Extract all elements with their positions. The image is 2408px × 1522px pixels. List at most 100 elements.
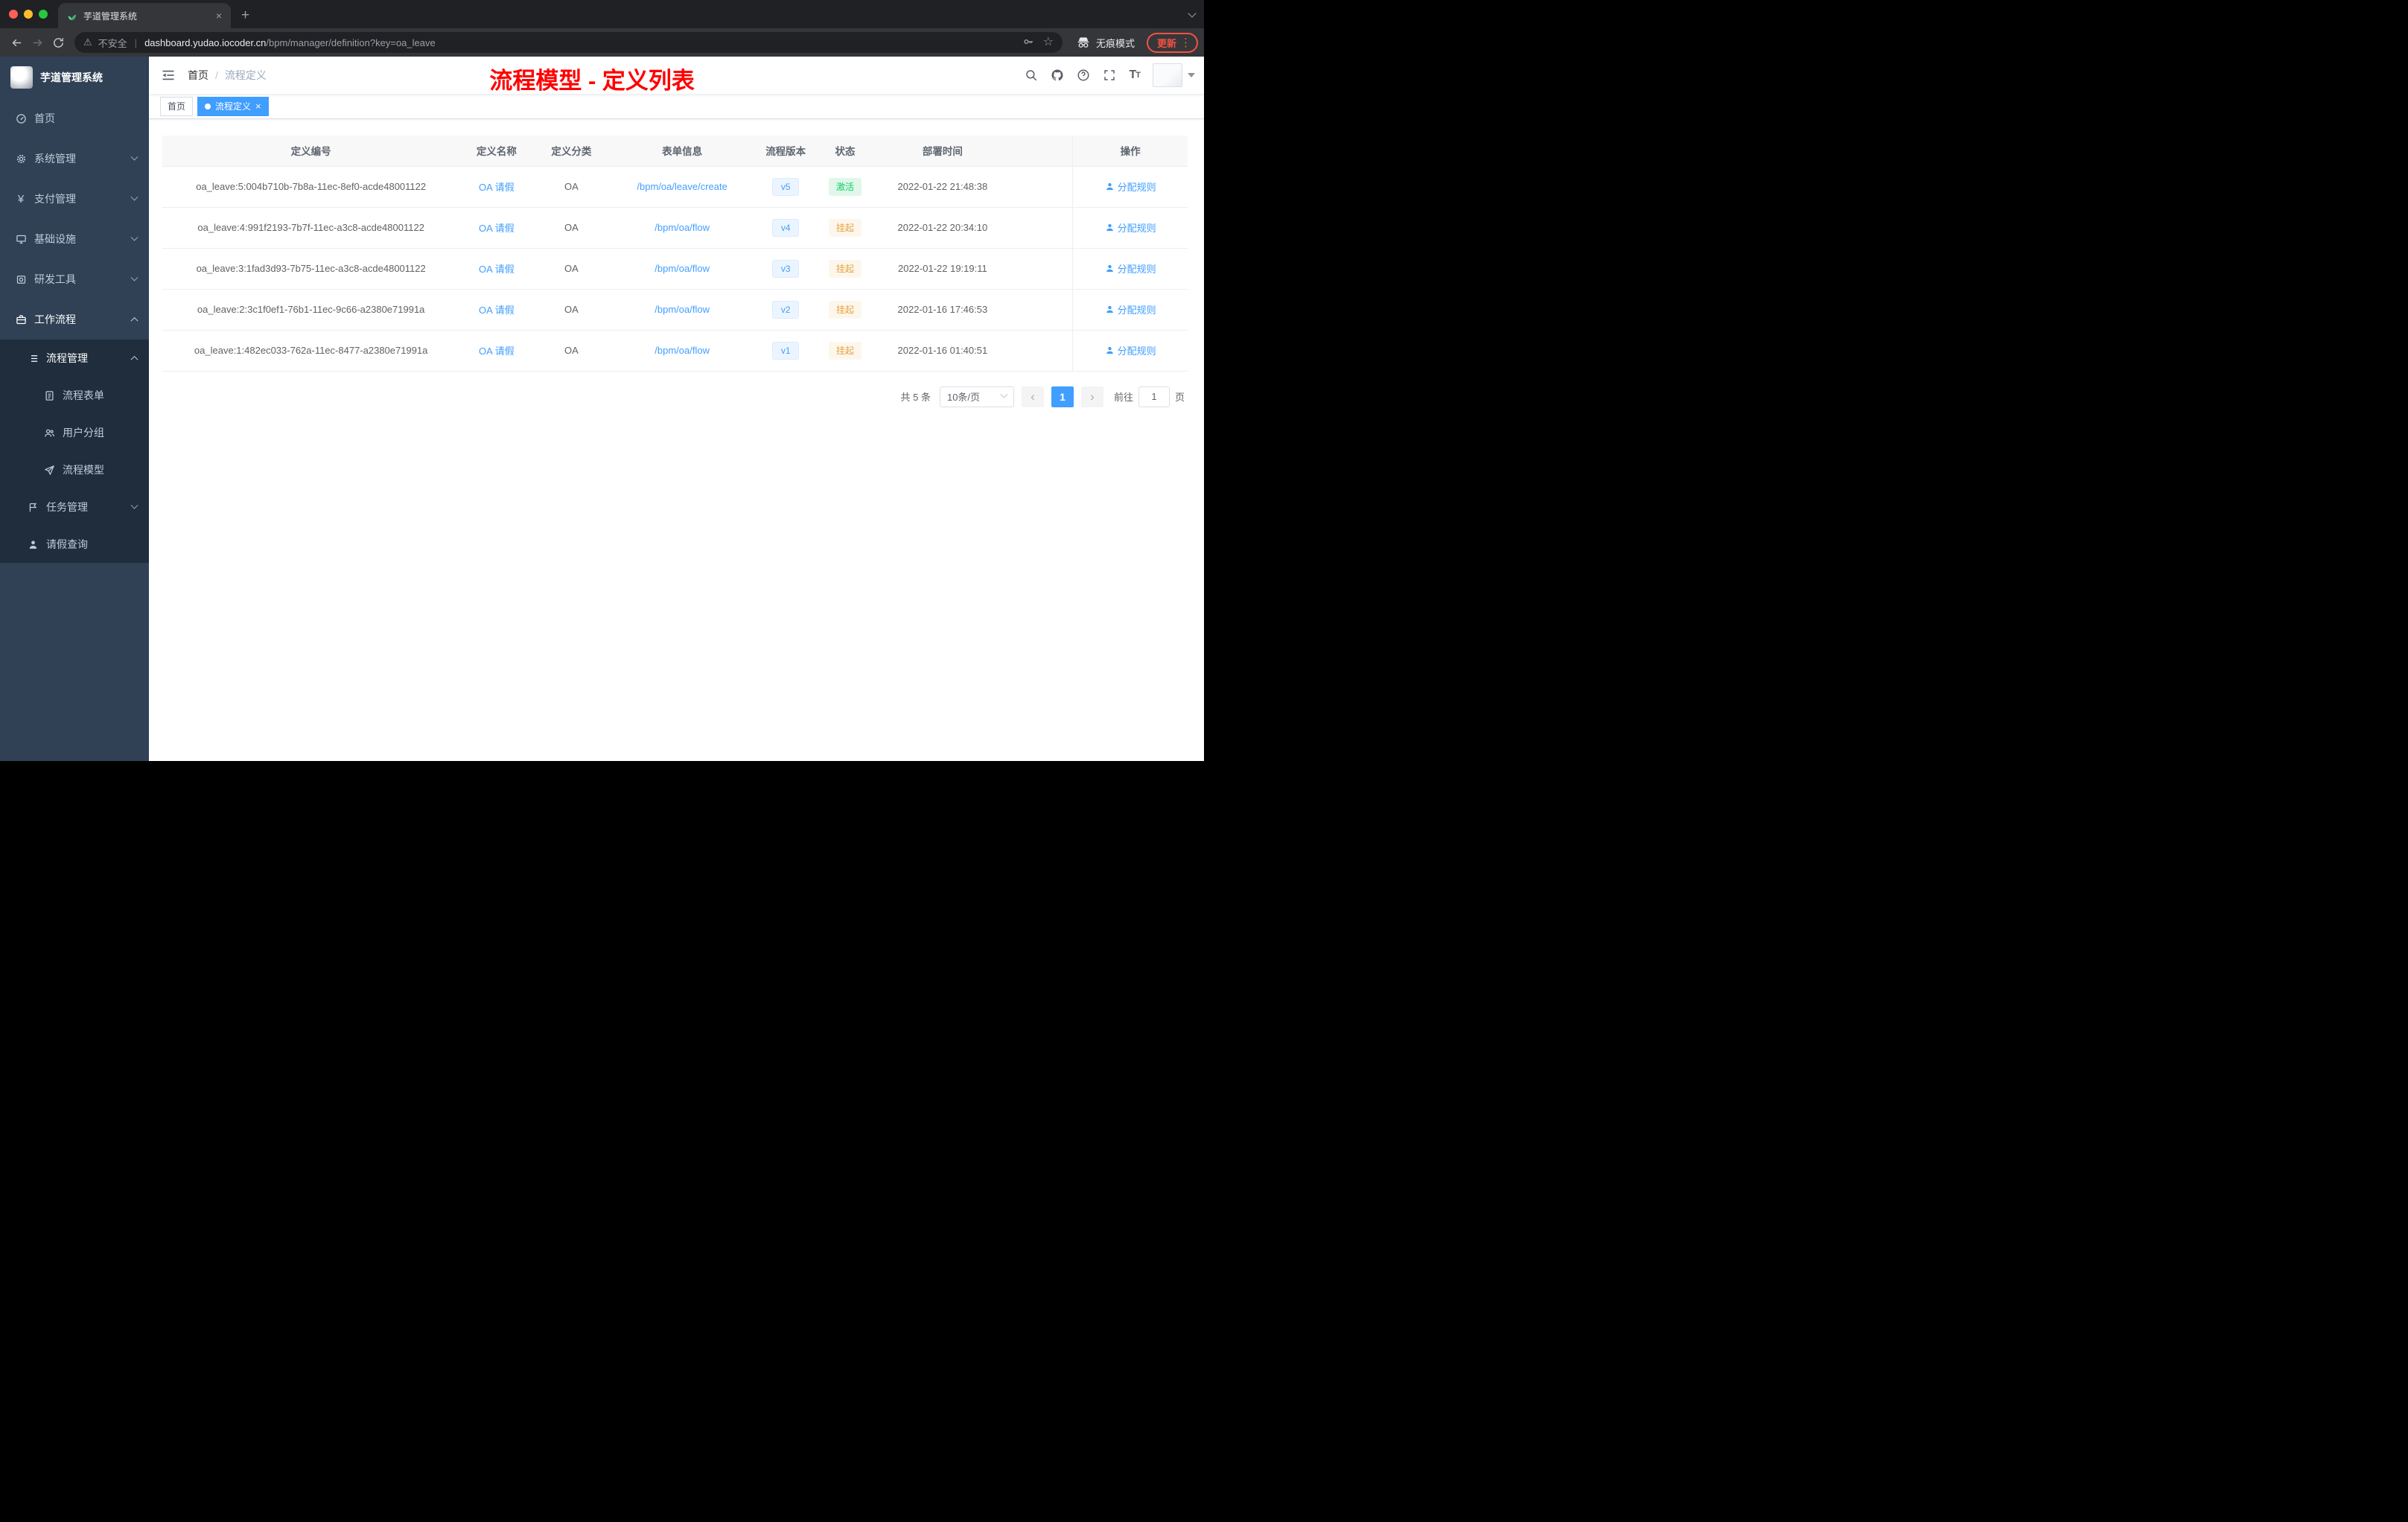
new-tab-button[interactable]: + [231,3,260,28]
chevron-up-icon [130,355,138,363]
cell-definition-id: oa_leave:2:3c1f0ef1-76b1-11ec-9c66-a2380… [162,289,460,331]
sidebar-item-label: 基础设施 [34,233,76,245]
maximize-window-button[interactable] [39,10,48,19]
browser-tab[interactable]: 芋道管理系统 × [58,3,231,28]
sidebar-item-label: 工作流程 [34,313,76,325]
definition-name-link[interactable]: OA 请假 [479,264,515,275]
sidebar-item-home[interactable]: 首页 [0,98,149,138]
user-avatar-menu[interactable] [1153,63,1195,87]
goto-page-input[interactable] [1138,386,1170,407]
avatar [1153,63,1182,87]
form-info-link[interactable]: /bpm/oa/flow [654,263,710,274]
status-badge: 挂起 [829,300,862,319]
minimize-window-button[interactable] [24,10,33,19]
definition-name-link[interactable]: OA 请假 [479,305,515,316]
status-badge: 挂起 [829,341,862,360]
tab-title: 芋道管理系统 [83,10,138,22]
sidebar-item-task-management[interactable]: 任务管理 [0,488,149,526]
cell-definition-id: oa_leave:1:482ec033-762a-11ec-8477-a2380… [162,330,460,372]
cell-category: OA [533,207,610,249]
sidebar-item-system[interactable]: 系统管理 [0,138,149,179]
cell-deploy-time: 2022-01-22 21:48:38 [873,166,1012,208]
kebab-menu-icon[interactable]: ⋮ [1180,36,1191,49]
users-icon [43,427,55,439]
sidebar-item-label: 支付管理 [34,193,76,205]
assign-rule-link[interactable]: 分配规则 [1105,220,1156,235]
tab-search-chevron-icon[interactable] [1188,9,1197,18]
back-icon[interactable] [6,32,27,53]
status-badge: 挂起 [829,218,862,237]
goto-label: 前往 [1113,392,1133,403]
definition-name-link[interactable]: OA 请假 [479,182,515,193]
cell-category: OA [533,248,610,290]
sidebar-item-payment[interactable]: ¥ 支付管理 [0,179,149,219]
breadcrumb-home[interactable]: 首页 [188,68,208,83]
toolbox-icon [15,273,27,285]
form-info-link[interactable]: /bpm/oa/leave/create [637,181,727,192]
search-icon[interactable] [1025,69,1038,82]
browser-window: 芋道管理系统 × + ⚠ 不安全 | dashboard.yudao.iocod… [0,0,1204,761]
font-size-icon[interactable]: TT [1129,69,1140,82]
definition-name-link[interactable]: OA 请假 [479,223,515,234]
active-dot-icon [205,103,211,109]
sidebar-fold-icon[interactable] [149,68,188,83]
definition-table: 定义编号 定义名称 定义分类 表单信息 流程版本 状态 部署时间 操作 oa_l… [162,136,1188,372]
github-icon[interactable] [1051,69,1064,82]
cell-definition-id: oa_leave:3:1fad3d93-7b75-11ec-a3c8-acde4… [162,248,460,290]
tag-close-icon[interactable]: × [255,101,261,111]
chrome-update-button[interactable]: 更新 ⋮ [1146,32,1198,53]
browser-tab-strip: 芋道管理系统 × + [0,0,1204,28]
table-row: oa_leave:4:991f2193-7b7f-11ec-a3c8-acde4… [162,207,1188,249]
prev-page-button[interactable]: ‹ [1021,386,1044,407]
app-logo[interactable]: 芋道管理系统 [0,57,149,98]
page-unit-label: 页 [1174,392,1185,403]
status-badge: 激活 [829,177,862,196]
sidebar-item-process-management[interactable]: 流程管理 [0,340,149,377]
sidebar-item-process-model[interactable]: 流程模型 [0,451,149,488]
tab-close-icon[interactable]: × [214,10,223,22]
sidebar-item-process-form[interactable]: 流程表单 [0,377,149,414]
column-header-id: 定义编号 [162,136,460,167]
page-number-button[interactable]: 1 [1051,386,1074,407]
tag-process-definition[interactable]: 流程定义 × [197,96,269,116]
user-icon [1106,264,1113,273]
status-badge: 挂起 [829,259,862,278]
bookmark-star-icon[interactable]: ☆ [1043,36,1054,48]
favicon-leaf-icon [66,10,77,22]
assign-rule-link[interactable]: 分配规则 [1105,179,1156,194]
reload-icon[interactable] [48,32,69,53]
url-path: /bpm/manager/definition?key=oa_leave [266,36,436,48]
breadcrumb-current: 流程定义 [224,69,267,81]
fullscreen-icon[interactable] [1103,69,1116,82]
assign-rule-link[interactable]: 分配规则 [1105,302,1156,316]
chevron-down-icon [130,153,138,161]
close-window-button[interactable] [9,10,18,19]
sidebar-item-infrastructure[interactable]: 基础设施 [0,219,149,259]
assign-rule-link[interactable]: 分配规则 [1105,261,1156,276]
column-header-status: 状态 [816,136,874,167]
sidebar-item-user-group[interactable]: 用户分组 [0,414,149,451]
address-bar[interactable]: ⚠ 不安全 | dashboard.yudao.iocoder.cn/bpm/m… [74,32,1063,53]
sidebar-item-label: 请假查询 [46,538,88,550]
form-info-link[interactable]: /bpm/oa/flow [654,222,710,233]
yen-icon: ¥ [17,192,25,206]
sidebar-item-devtools[interactable]: 研发工具 [0,259,149,299]
password-key-icon[interactable] [1022,36,1034,50]
sidebar-item-leave-query[interactable]: 请假查询 [0,526,149,563]
warning-icon: ⚠ [83,36,92,48]
forward-icon[interactable] [27,32,48,53]
sidebar-item-workflow[interactable]: 工作流程 [0,299,149,340]
assign-rule-link[interactable]: 分配规则 [1105,343,1156,357]
url-host: dashboard.yudao.iocoder.cn [144,36,267,48]
page-content: 定义编号 定义名称 定义分类 表单信息 流程版本 状态 部署时间 操作 oa_l… [149,119,1204,761]
chevron-up-icon [130,316,138,325]
next-page-button[interactable]: › [1080,386,1103,407]
definition-name-link[interactable]: OA 请假 [479,346,515,357]
page-size-select[interactable]: 10条/页 [939,386,1014,407]
flag-icon [27,501,39,513]
cell-category: OA [533,289,610,331]
tag-home[interactable]: 首页 [160,96,194,116]
form-info-link[interactable]: /bpm/oa/flow [654,345,710,356]
help-icon[interactable] [1077,69,1090,82]
form-info-link[interactable]: /bpm/oa/flow [654,304,710,315]
